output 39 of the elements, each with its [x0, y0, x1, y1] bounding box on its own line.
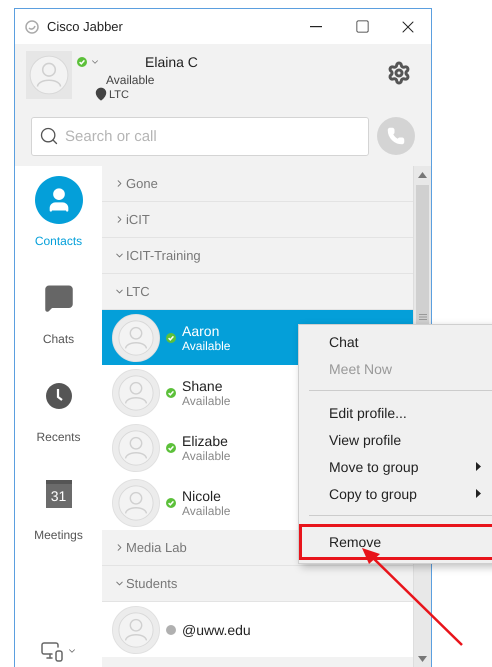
- down-arrow-icon: [418, 656, 427, 662]
- up-arrow-icon: [418, 172, 427, 178]
- contact-name: Shane: [182, 378, 224, 394]
- nav-tab[interactable]: Chats: [15, 274, 102, 372]
- calendar-icon: 31: [46, 480, 72, 508]
- contact-name: Nicole: [182, 488, 222, 504]
- submenu-arrow-icon: [476, 462, 481, 471]
- contact-name: @uww.edu: [182, 622, 251, 638]
- menu-item[interactable]: Remove: [299, 524, 492, 560]
- settings-button[interactable]: [387, 61, 411, 85]
- contact-name: Aaron: [182, 322, 220, 338]
- contact-status: Available: [182, 394, 230, 408]
- profile-location: LTC: [109, 89, 129, 101]
- chat-bubble-icon: [44, 283, 74, 313]
- contact-avatar: [112, 424, 160, 472]
- profile-name: Elaina C: [145, 54, 198, 70]
- scrollbar-thumb[interactable]: [416, 185, 429, 324]
- nav-tab[interactable]: Recents: [15, 372, 102, 470]
- contact-status: Available: [182, 338, 230, 352]
- search-field[interactable]: Search or call: [31, 116, 369, 156]
- profile-status: Available: [106, 73, 156, 87]
- minimize-icon: [310, 26, 322, 28]
- contact-avatar: [112, 314, 160, 362]
- clock-icon: [44, 382, 72, 410]
- contact-name: Elizabe: [182, 432, 229, 448]
- contact-avatar: [112, 368, 160, 416]
- settings-icon: [387, 61, 411, 85]
- window-title: Cisco Jabber: [47, 19, 124, 34]
- location-pin-icon: [94, 87, 108, 101]
- app-logo-icon: [25, 20, 39, 34]
- maximize-icon: [354, 19, 370, 34]
- contact-avatar: [112, 478, 160, 526]
- submenu-arrow-icon: [476, 489, 481, 498]
- contact-avatar: [112, 606, 160, 654]
- contact-status: Available: [182, 448, 230, 462]
- contact-row[interactable]: @uww.edu: [102, 602, 413, 657]
- nav-tab[interactable]: 31 Meetings: [15, 470, 102, 568]
- phone-icon: [387, 127, 405, 145]
- contact-status: Available: [182, 504, 230, 518]
